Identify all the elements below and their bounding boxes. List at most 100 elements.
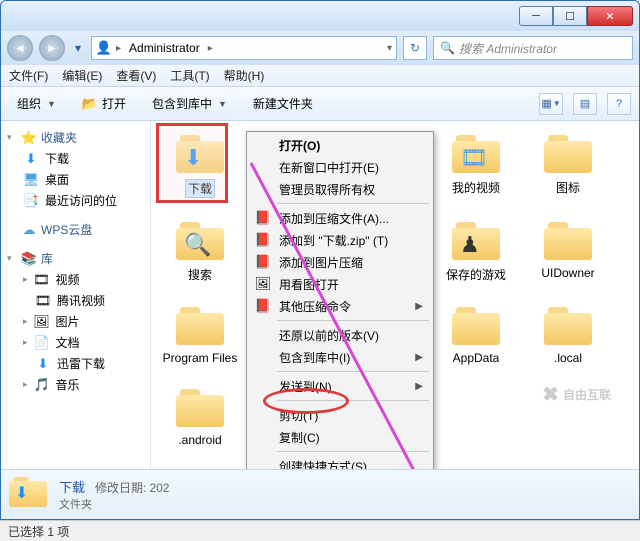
toolbar-include-in-library[interactable]: 包含到库中▼	[144, 92, 235, 115]
tree-desktop[interactable]: 🖥桌面	[1, 169, 150, 190]
open-folder-icon: 📂	[82, 96, 98, 112]
nav-back[interactable]: ◄	[7, 35, 33, 61]
folder-item[interactable]: ♟ 保存的游戏	[435, 216, 517, 283]
tree-downloads[interactable]: ⬇下载	[1, 148, 150, 169]
folder-icon: ♟	[448, 216, 504, 264]
user-folder-icon: 👤	[96, 40, 112, 56]
menu-item-icon: 📕	[255, 210, 271, 226]
context-menu-item[interactable]: 创建快捷方式(S)	[249, 455, 431, 469]
refresh-button[interactable]: ↻	[403, 36, 427, 60]
search-input[interactable]: 🔍 搜索 Administrator	[433, 36, 633, 60]
search-icon: 🔍	[440, 41, 455, 55]
view-mode-button[interactable]: ▦▼	[539, 93, 563, 115]
context-menu-item[interactable]: 还原以前的版本(V)	[249, 324, 431, 346]
menu-view[interactable]: 查看(V)	[116, 67, 156, 84]
menu-item-label: 还原以前的版本(V)	[279, 327, 379, 344]
menu-item-label: 创建快捷方式(S)	[279, 458, 367, 470]
folder-item[interactable]: Program Files	[159, 301, 241, 365]
tree-tencent-video[interactable]: 🎞腾讯视频	[1, 290, 150, 311]
toolbar-organize[interactable]: 组织▼	[9, 92, 64, 115]
window-minimize[interactable]: ─	[519, 6, 553, 26]
folder-label: Program Files	[163, 351, 238, 365]
window-close[interactable]: ✕	[587, 6, 633, 26]
nav-tree: ▾⭐收藏夹 ⬇下载 🖥桌面 📑最近访问的位 ☁WPS云盘 ▾📚库 ▸🎞视频 🎞腾…	[1, 121, 151, 469]
submenu-arrow-icon: ▶	[415, 301, 423, 312]
context-menu-item[interactable]: 📕添加到图片压缩	[249, 251, 431, 273]
folder-item[interactable]: ⬇下载	[159, 129, 241, 198]
context-menu-item[interactable]: 🖼用看图打开	[249, 273, 431, 295]
folder-item[interactable]: UIDowner	[527, 216, 609, 283]
menu-edit[interactable]: 编辑(E)	[62, 67, 102, 84]
folder-icon	[172, 383, 228, 431]
download-icon: ⬇	[23, 151, 39, 167]
tree-wps[interactable]: ☁WPS云盘	[1, 219, 150, 240]
download-icon: ⬇	[35, 356, 51, 372]
folder-icon: 🔍	[172, 216, 228, 264]
tree-pictures[interactable]: ▸🖼图片	[1, 311, 150, 332]
chevron-right-icon[interactable]: ▸	[116, 43, 121, 54]
submenu-arrow-icon: ▶	[415, 352, 423, 363]
chevron-right-icon[interactable]: ▸	[208, 43, 213, 54]
folder-icon: ⬇	[172, 129, 228, 177]
context-menu-item[interactable]: 在新窗口中打开(E)	[249, 156, 431, 178]
window-maximize[interactable]: ☐	[553, 6, 587, 26]
folder-icon	[540, 129, 596, 177]
toolbar-new-folder[interactable]: 新建文件夹	[245, 92, 321, 115]
context-menu-item[interactable]: 📕其他压缩命令▶	[249, 295, 431, 317]
context-menu-item[interactable]: 发送到(N)▶	[249, 375, 431, 397]
toolbar: 组织▼ 📂打开 包含到库中▼ 新建文件夹 ▦▼ ▤ ?	[1, 87, 639, 121]
menu-item-label: 用看图打开	[279, 276, 339, 293]
menu-item-label: 管理员取得所有权	[279, 181, 375, 198]
video-icon: 🎞	[34, 272, 50, 288]
nav-forward[interactable]: ►	[39, 35, 65, 61]
folder-item[interactable]: 🎞我的视频	[435, 129, 517, 198]
details-pane: ⬇ 下载 修改日期: 202 文件夹	[1, 469, 639, 519]
tree-recent[interactable]: 📑最近访问的位	[1, 190, 150, 211]
menu-item-icon: 📕	[255, 298, 271, 314]
context-menu-item[interactable]: 管理员取得所有权	[249, 178, 431, 200]
tree-documents[interactable]: ▸📄文档	[1, 332, 150, 353]
folder-item[interactable]: AppData	[435, 301, 517, 365]
search-placeholder: 搜索 Administrator	[459, 40, 557, 57]
context-menu-item[interactable]: 复制(C)	[249, 426, 431, 448]
folder-icon	[540, 301, 596, 349]
breadcrumb[interactable]: 👤 ▸ Administrator ▸ ▾	[91, 36, 397, 60]
tree-videos[interactable]: ▸🎞视频	[1, 269, 150, 290]
preview-pane-button[interactable]: ▤	[573, 93, 597, 115]
toolbar-open[interactable]: 📂打开	[74, 92, 134, 115]
menu-tools[interactable]: 工具(T)	[170, 67, 209, 84]
tree-music[interactable]: ▸🎵音乐	[1, 374, 150, 395]
context-menu-item[interactable]: 包含到库中(I) ▶	[249, 346, 431, 368]
music-icon: 🎵	[34, 377, 50, 393]
star-icon: ⭐	[21, 130, 37, 146]
folder-label: AppData	[453, 351, 500, 365]
tree-libraries[interactable]: ▾📚库	[1, 248, 150, 269]
folder-item[interactable]: .android	[159, 383, 241, 447]
folder-item[interactable]: .local	[527, 301, 609, 365]
menu-item-label: 包含到库中(I)	[279, 349, 350, 366]
context-menu-item[interactable]: 📕添加到 "下载.zip" (T)	[249, 229, 431, 251]
context-menu-item[interactable]: 剪切(T)	[249, 404, 431, 426]
folder-label: 搜索	[188, 266, 212, 283]
folder-label: 保存的游戏	[446, 266, 506, 283]
details-type: 文件夹	[59, 496, 169, 512]
folder-item[interactable]: 🔍 搜索	[159, 216, 241, 283]
context-menu-item[interactable]: 📕添加到压缩文件(A)...	[249, 207, 431, 229]
tree-favorites[interactable]: ▾⭐收藏夹	[1, 127, 150, 148]
submenu-arrow-icon: ▶	[415, 381, 423, 392]
menu-item-label: 剪切(T)	[279, 407, 318, 424]
context-menu-item[interactable]: 打开(O)	[249, 134, 431, 156]
menu-help[interactable]: 帮助(H)	[224, 67, 265, 84]
menu-file[interactable]: 文件(F)	[9, 67, 48, 84]
context-menu: 打开(O)在新窗口中打开(E)管理员取得所有权📕添加到压缩文件(A)...📕添加…	[246, 131, 434, 469]
tree-xunlei[interactable]: ⬇迅雷下载	[1, 353, 150, 374]
nav-history-dropdown[interactable]: ▾	[71, 35, 85, 61]
file-pane[interactable]: ⬇下载我的图片🎞我的视频图标🔍搜索👤联系人♟保存的游戏UIDownerProgr…	[151, 121, 639, 469]
help-button[interactable]: ?	[607, 93, 631, 115]
recent-icon: 📑	[23, 193, 39, 209]
folder-icon	[172, 301, 228, 349]
video-icon: 🎞	[35, 293, 51, 309]
breadcrumb-dropdown[interactable]: ▾	[387, 43, 392, 54]
breadcrumb-segment[interactable]: Administrator	[125, 39, 204, 57]
folder-item[interactable]: 图标	[527, 129, 609, 198]
